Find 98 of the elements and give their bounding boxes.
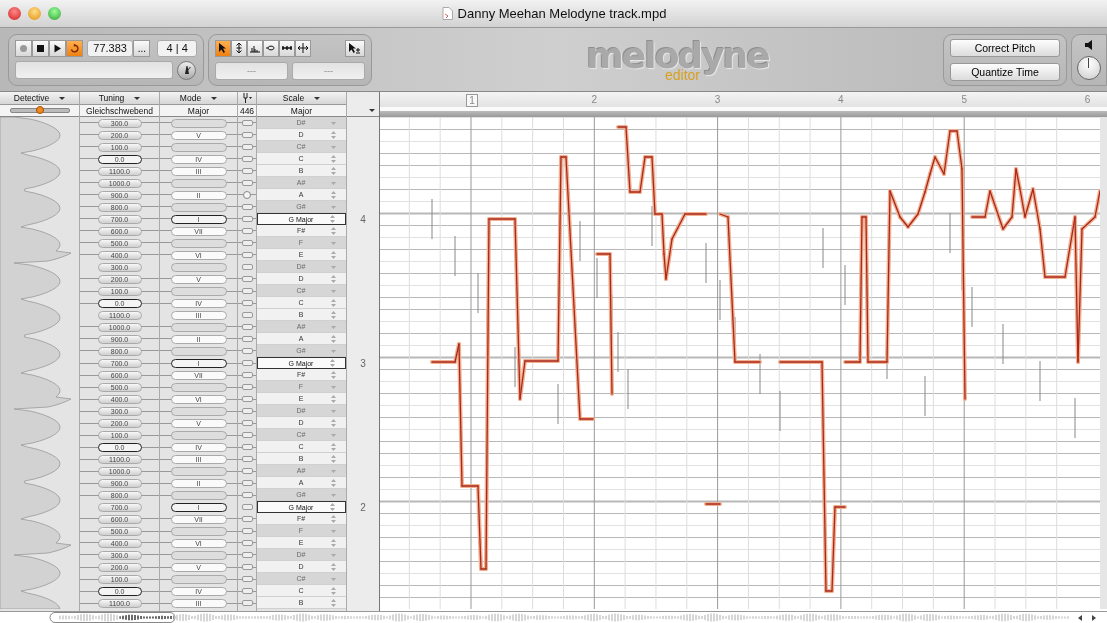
stop-icon bbox=[36, 43, 45, 53]
caret-icon bbox=[331, 576, 336, 581]
tempo-field[interactable]: 77.383 bbox=[87, 39, 134, 57]
caret-icon bbox=[331, 348, 336, 353]
formant-tool-button[interactable] bbox=[247, 39, 263, 57]
stepper-icon bbox=[331, 226, 336, 235]
stepper-icon bbox=[330, 359, 335, 367]
slider-thumb[interactable] bbox=[35, 106, 44, 114]
correct-pitch-button[interactable]: Correct Pitch bbox=[950, 38, 1060, 57]
octave-number: 3 bbox=[360, 357, 366, 369]
vertical-scrollbar[interactable] bbox=[1100, 117, 1107, 609]
mode-value[interactable]: Major bbox=[160, 105, 237, 117]
caret-icon bbox=[331, 288, 336, 293]
stepper-icon bbox=[331, 442, 336, 451]
pointer-plus-button[interactable] bbox=[345, 39, 365, 57]
stepper-icon bbox=[331, 250, 336, 259]
caret-icon bbox=[331, 432, 336, 437]
quantize-time-button[interactable]: Quantize Time bbox=[950, 62, 1060, 81]
column-header[interactable]: Mode bbox=[160, 92, 237, 105]
main-tool-button[interactable] bbox=[215, 39, 231, 57]
caret-icon bbox=[331, 120, 336, 125]
stepper-icon bbox=[330, 503, 335, 511]
position-field[interactable] bbox=[15, 61, 173, 79]
column-header[interactable] bbox=[238, 92, 256, 105]
scroll-left-icon[interactable] bbox=[1076, 613, 1084, 622]
caret-icon bbox=[331, 240, 336, 245]
octave-number: 4 bbox=[360, 213, 366, 225]
separation-tool-icon bbox=[297, 42, 309, 54]
caret-icon bbox=[331, 492, 336, 497]
play-icon bbox=[53, 43, 62, 53]
reference-marker[interactable] bbox=[243, 191, 251, 199]
loop-button[interactable] bbox=[66, 39, 83, 57]
bar-number: 2 bbox=[590, 94, 599, 105]
caret-icon bbox=[331, 384, 336, 389]
timing-tool-button[interactable] bbox=[279, 39, 295, 57]
octave-number: 2 bbox=[360, 501, 366, 513]
volume-knob[interactable] bbox=[1077, 55, 1101, 80]
stepper-icon bbox=[331, 562, 336, 571]
stepper-icon bbox=[331, 370, 336, 379]
stepper-icon bbox=[331, 586, 336, 595]
close-button[interactable] bbox=[8, 7, 21, 20]
caret-icon bbox=[331, 264, 336, 269]
timeline-ruler[interactable]: 1 2 3 4 5 6 bbox=[380, 92, 1107, 107]
bar-number: 1 bbox=[466, 94, 478, 107]
play-button[interactable] bbox=[49, 39, 66, 57]
caret-icon bbox=[331, 324, 336, 329]
caret-icon bbox=[331, 144, 336, 149]
stepper-icon bbox=[331, 598, 336, 607]
caret-icon[interactable] bbox=[369, 109, 375, 112]
tuning-value[interactable]: Gleichschwebend bbox=[80, 105, 159, 117]
stop-button[interactable] bbox=[32, 39, 49, 57]
separation-tool-button[interactable] bbox=[295, 39, 311, 57]
stepper-icon bbox=[331, 538, 336, 547]
stepper-icon bbox=[331, 334, 336, 343]
tempo-menu-button[interactable]: ... bbox=[133, 39, 151, 57]
stepper-icon bbox=[331, 454, 336, 463]
stepper-icon bbox=[331, 274, 336, 283]
tuning-fork-icon bbox=[242, 93, 252, 103]
stepper-icon bbox=[331, 190, 336, 199]
column-header[interactable]: Tuning bbox=[80, 92, 159, 105]
scroll-right-icon[interactable] bbox=[1090, 613, 1098, 622]
stepper-icon bbox=[331, 166, 336, 175]
document-icon bbox=[441, 7, 453, 20]
pitch-tool-button[interactable] bbox=[231, 39, 247, 57]
stepper-icon bbox=[330, 215, 335, 223]
column-header[interactable]: Scale bbox=[257, 92, 346, 105]
stepper-icon bbox=[331, 310, 336, 319]
caret-icon bbox=[331, 408, 336, 413]
stepper-icon bbox=[331, 130, 336, 139]
caret-icon bbox=[331, 204, 336, 209]
bar-number: 6 bbox=[1083, 94, 1092, 105]
caret-icon bbox=[331, 180, 336, 185]
stepper-icon bbox=[331, 418, 336, 427]
time-signature-field[interactable]: 4 | 4 bbox=[157, 39, 197, 57]
stepper-icon bbox=[331, 514, 336, 523]
reference-pitch-value[interactable]: 446 bbox=[238, 105, 256, 117]
pitch-tool-icon bbox=[233, 42, 245, 54]
detective-slider[interactable] bbox=[9, 108, 70, 113]
speaker-icon bbox=[1084, 39, 1094, 50]
main-tool-icon bbox=[217, 42, 229, 54]
caret-icon bbox=[331, 468, 336, 473]
amplitude-tool-button[interactable] bbox=[263, 39, 279, 57]
caret-icon bbox=[331, 528, 336, 533]
scale-value[interactable]: Major bbox=[257, 105, 346, 117]
loop-icon bbox=[70, 43, 79, 53]
stepper-icon bbox=[331, 154, 336, 163]
caret-icon bbox=[331, 552, 336, 557]
bar-number: 5 bbox=[960, 94, 968, 105]
bar-number: 4 bbox=[837, 94, 845, 105]
metronome-button[interactable] bbox=[177, 60, 196, 80]
window-title: Danny Meehan Melodyne track.mpd bbox=[457, 6, 667, 21]
stepper-icon bbox=[331, 298, 336, 307]
stepper-icon bbox=[331, 394, 336, 403]
pointer-plus-icon bbox=[348, 42, 362, 54]
stepper-icon bbox=[331, 478, 336, 487]
bar-number: 3 bbox=[713, 94, 722, 105]
record-icon bbox=[19, 43, 28, 53]
column-header[interactable]: Detective bbox=[0, 92, 79, 105]
